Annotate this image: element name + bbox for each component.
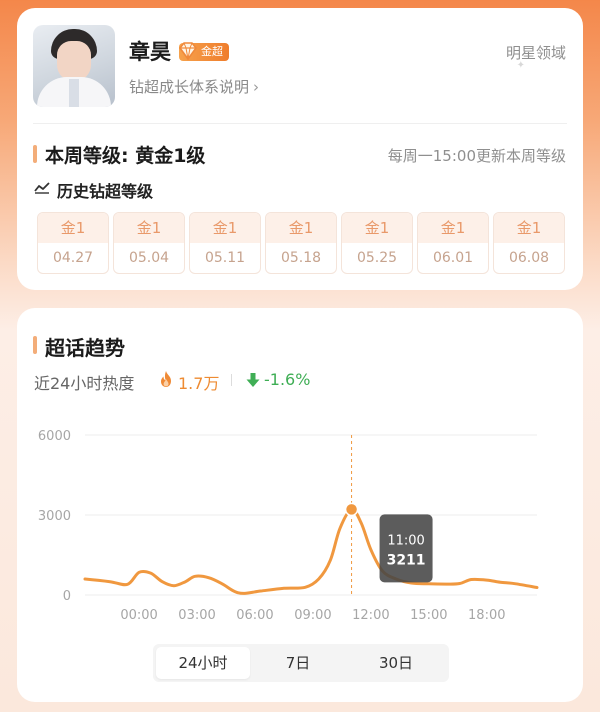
week-level: 金1: [342, 213, 412, 243]
y-tick-label: 6000: [38, 429, 71, 444]
tab-7d[interactable]: 7日: [250, 644, 346, 682]
week-level: 金1: [114, 213, 184, 243]
range-tabs: 24小时 7日 30日: [153, 644, 449, 682]
history-level-label: 历史钻超等级: [57, 182, 154, 201]
week-date: 06.08: [508, 250, 550, 266]
week-level: 金1: [266, 213, 336, 243]
series-line: [83, 507, 539, 595]
update-note: 每周一15:00更新本周等级: [387, 147, 566, 165]
x-tick-label: 09:00: [294, 608, 331, 623]
week-level-item: 金1 05.04: [113, 212, 185, 274]
week-level-item: 金1 06.08: [493, 212, 565, 274]
week-date: 05.18: [280, 250, 322, 266]
trend-card: 超话趋势 近24小时热度 1.7万 -1.6% 0 3000 6000 00:00 03…: [17, 308, 583, 702]
week-date: 05.11: [204, 250, 246, 266]
week-level: 金1: [38, 213, 108, 243]
tooltip-value: 3211: [387, 552, 426, 568]
week-level-item: 金1 05.25: [341, 212, 413, 274]
trend-line-icon: [34, 182, 50, 194]
week-level-item: 金1 05.18: [265, 212, 337, 274]
x-tick-label: 12:00: [352, 608, 389, 623]
section-marker: [33, 145, 37, 163]
super-topic-card: 章昊 金超 钻超成长体系说明 › 明星领域 ✦ 本周等级: 黄金1级 每周一15:…: [17, 8, 583, 290]
week-level: 金1: [190, 213, 260, 243]
tab-30d[interactable]: 30日: [346, 644, 446, 682]
x-tick-label: 06:00: [236, 608, 273, 623]
x-tick-label: 00:00: [120, 608, 157, 623]
week-date: 06.01: [432, 250, 474, 266]
weekly-level-title: 本周等级: 黄金1级: [45, 145, 206, 167]
data-point-highlight: [344, 502, 359, 517]
chevron-right-icon: ›: [253, 78, 260, 96]
y-tick-label: 3000: [38, 509, 71, 524]
week-level: 金1: [418, 213, 488, 243]
x-tick-label: 18:00: [468, 608, 505, 623]
chart-tooltip: 11:00 3211: [379, 514, 433, 583]
domain-label[interactable]: 明星领域: [506, 42, 566, 63]
heat-trend-chart: 0 3000 6000 00:00 03:00 06:00 09:00 12:00 15:00 1…: [38, 429, 539, 623]
tooltip-time: 11:00: [387, 533, 424, 548]
week-level-item: 金1 04.27: [37, 212, 109, 274]
weekly-level-list: 金1 04.27 金1 05.04 金1 05.11 金1 05.18 金1 05.25 金1 06.…: [37, 212, 567, 274]
badge-label: 金超: [201, 45, 223, 58]
week-date: 05.04: [128, 250, 170, 266]
growth-system-link[interactable]: 钻超成长体系说明 ›: [129, 76, 259, 97]
y-tick-label: 0: [63, 589, 71, 604]
tab-24h[interactable]: 24小时: [156, 647, 250, 679]
divider: [33, 123, 567, 124]
x-tick-label: 03:00: [178, 608, 215, 623]
week-level-item: 金1 05.11: [189, 212, 261, 274]
user-name: 章昊: [129, 40, 171, 64]
sparkle-icon: ✦: [516, 60, 525, 71]
diamond-icon: [178, 42, 198, 61]
week-level: 金1: [494, 213, 564, 243]
week-date: 05.25: [356, 250, 398, 266]
avatar[interactable]: [33, 25, 115, 107]
week-level-item: 金1 06.01: [417, 212, 489, 274]
growth-link-label: 钻超成长体系说明: [129, 78, 250, 96]
level-badge: 金超: [178, 42, 229, 61]
x-tick-label: 15:00: [410, 608, 447, 623]
week-date: 04.27: [52, 250, 94, 266]
